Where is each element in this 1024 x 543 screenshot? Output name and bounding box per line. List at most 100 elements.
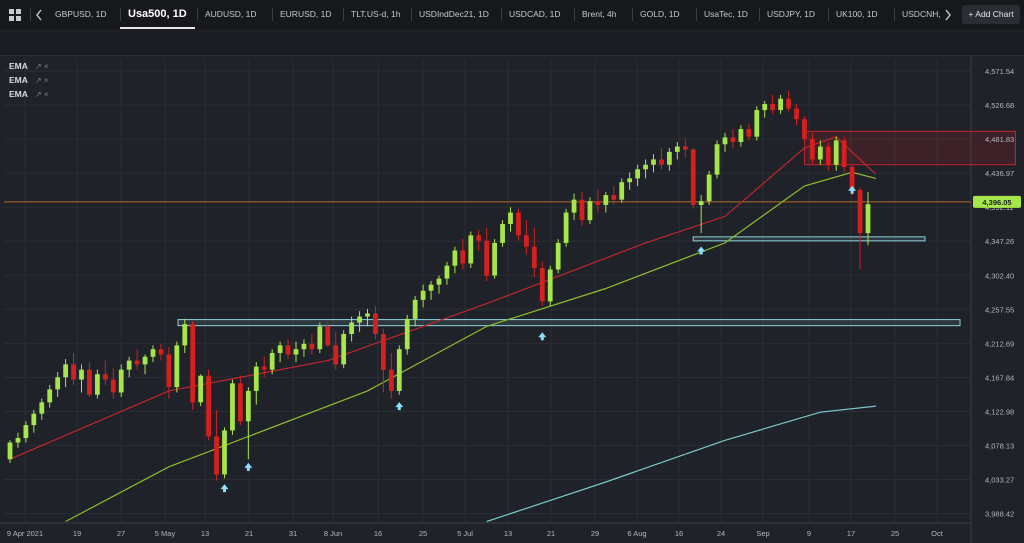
candle-bearish[interactable] — [261, 366, 267, 370]
indicator-controls[interactable]: ↗ × — [35, 76, 49, 85]
candle-bearish[interactable] — [238, 383, 243, 422]
candle-bullish[interactable] — [7, 442, 13, 460]
candle-bearish[interactable] — [579, 199, 585, 221]
candle-bearish[interactable] — [539, 267, 545, 302]
candle-bullish[interactable] — [79, 369, 84, 380]
candle-bullish[interactable] — [31, 413, 37, 426]
candle-bullish[interactable] — [635, 169, 640, 179]
candle-bearish[interactable] — [825, 146, 831, 165]
scroll-left-icon[interactable] — [35, 8, 43, 21]
candle-bullish[interactable] — [150, 349, 156, 357]
candle-bullish[interactable] — [269, 352, 275, 370]
candlestick-chart-svg[interactable]: 4,571.544,526.684,481.834,436.974,392.11… — [0, 56, 1024, 543]
tab-usdinddec21-1d[interactable]: USDIndDec21, 1D — [419, 0, 489, 29]
candle-bullish[interactable] — [778, 98, 783, 111]
candle-bearish[interactable] — [770, 104, 776, 111]
candle-bearish[interactable] — [325, 326, 331, 346]
candle-bullish[interactable] — [674, 146, 680, 152]
candle-bearish[interactable] — [516, 212, 521, 236]
indicator-controls[interactable]: ↗ × — [35, 62, 49, 71]
indicator-controls[interactable]: ↗ × — [35, 90, 49, 99]
tab-brent-4h[interactable]: Brent, 4h — [582, 0, 617, 29]
candle-bullish[interactable] — [301, 343, 307, 350]
tab-uk100-1d[interactable]: UK100, 1D — [836, 0, 878, 29]
candle-bullish[interactable] — [174, 345, 180, 388]
candle-bearish[interactable] — [110, 379, 116, 393]
grid-menu-icon[interactable] — [9, 8, 21, 21]
candle-bullish[interactable] — [142, 356, 148, 365]
candle-bullish[interactable] — [317, 326, 323, 350]
candle-bullish[interactable] — [365, 313, 370, 317]
candle-bullish[interactable] — [95, 374, 100, 395]
indicator-ema-2[interactable]: EMA ↗ × — [9, 74, 49, 86]
candle-bullish[interactable] — [436, 278, 442, 285]
candle-bearish[interactable] — [531, 246, 537, 268]
candle-bullish[interactable] — [118, 369, 124, 393]
candle-bullish[interactable] — [245, 390, 251, 422]
indicator-ema-1[interactable]: EMA ↗ × — [9, 60, 49, 72]
candle-bullish[interactable] — [39, 402, 45, 414]
candle-bearish[interactable] — [460, 250, 466, 264]
indicator-ema-3[interactable]: EMA ↗ × — [9, 88, 49, 100]
price-chart[interactable]: 4,571.544,526.684,481.834,436.974,392.11… — [0, 56, 1024, 543]
candle-bullish[interactable] — [55, 377, 61, 390]
candle-bullish[interactable] — [651, 159, 656, 165]
candle-bullish[interactable] — [817, 146, 823, 160]
candle-bullish[interactable] — [627, 178, 633, 183]
candle-bullish[interactable] — [412, 299, 418, 319]
candle-bearish[interactable] — [794, 108, 799, 120]
candle-bearish[interactable] — [214, 436, 219, 475]
candle-bullish[interactable] — [230, 383, 235, 431]
scroll-right-icon[interactable] — [944, 8, 952, 21]
candle-bullish[interactable] — [571, 199, 577, 213]
tab-eurusd-1d[interactable]: EURUSD, 1D — [280, 0, 331, 29]
candle-bullish[interactable] — [277, 345, 283, 353]
tab-usdjpy-1d[interactable]: USDJPY, 1D — [767, 0, 815, 29]
candle-bullish[interactable] — [253, 366, 259, 391]
candle-bullish[interactable] — [722, 137, 728, 145]
candle-bearish[interactable] — [841, 140, 847, 168]
candle-bullish[interactable] — [404, 318, 410, 350]
candle-bullish[interactable] — [15, 437, 21, 443]
candle-bearish[interactable] — [659, 159, 664, 165]
candle-bullish[interactable] — [619, 182, 625, 200]
candle-bullish[interactable] — [643, 164, 648, 170]
tab-usatec-1d[interactable]: UsaTec, 1D — [704, 0, 748, 29]
candle-bullish[interactable] — [428, 284, 434, 291]
candle-bearish[interactable] — [388, 369, 394, 391]
candle-bullish[interactable] — [182, 324, 188, 346]
candle-bearish[interactable] — [524, 235, 529, 247]
candle-bullish[interactable] — [833, 140, 839, 165]
candle-bearish[interactable] — [71, 364, 76, 380]
candle-bullish[interactable] — [587, 201, 593, 221]
candle-bearish[interactable] — [476, 235, 482, 241]
candle-bullish[interactable] — [706, 174, 712, 202]
candle-bullish[interactable] — [667, 151, 672, 165]
candle-bullish[interactable] — [500, 223, 505, 243]
candle-bearish[interactable] — [690, 149, 696, 205]
candle-bullish[interactable] — [47, 389, 53, 403]
tab-usdcad-1d[interactable]: USDCAD, 1D — [509, 0, 560, 29]
candle-bullish[interactable] — [452, 250, 458, 266]
candle-bearish[interactable] — [381, 334, 386, 370]
tab-gold-1d[interactable]: GOLD, 1D — [640, 0, 680, 29]
candle-bullish[interactable] — [444, 265, 450, 279]
candle-bullish[interactable] — [126, 360, 132, 370]
candle-bullish[interactable] — [754, 110, 760, 137]
candle-bearish[interactable] — [611, 195, 617, 200]
candle-bullish[interactable] — [698, 201, 704, 205]
candle-bearish[interactable] — [810, 138, 815, 160]
candle-bullish[interactable] — [563, 212, 569, 243]
candle-bearish[interactable] — [166, 354, 172, 388]
candle-bearish[interactable] — [158, 349, 164, 355]
candle-bearish[interactable] — [786, 98, 791, 109]
candle-bullish[interactable] — [293, 349, 299, 355]
candle-bullish[interactable] — [555, 242, 561, 270]
candle-bullish[interactable] — [738, 129, 744, 142]
candle-bearish[interactable] — [134, 360, 140, 365]
candle-bullish[interactable] — [762, 104, 768, 111]
candle-bearish[interactable] — [333, 345, 339, 365]
candle-bullish[interactable] — [341, 334, 347, 365]
candle-bearish[interactable] — [730, 137, 736, 142]
candle-bearish[interactable] — [682, 146, 688, 150]
